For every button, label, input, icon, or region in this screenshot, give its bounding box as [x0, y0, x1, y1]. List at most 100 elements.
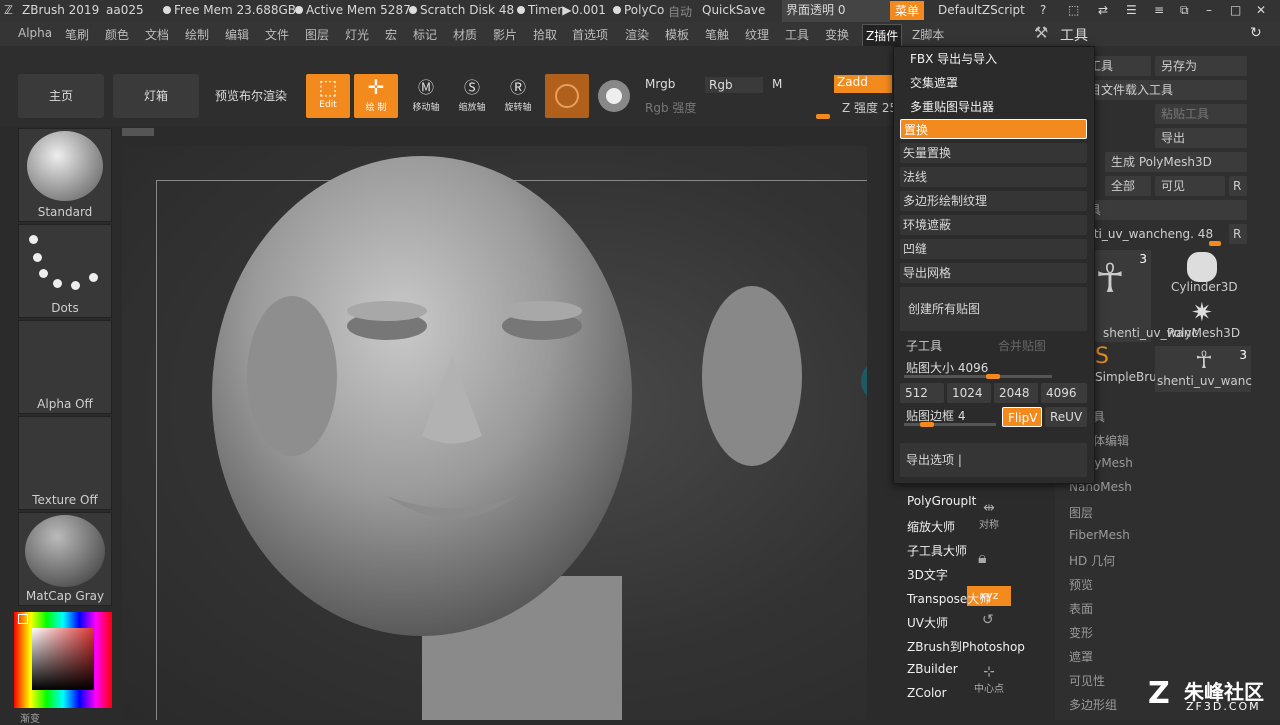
save-as-button[interactable]: 另存为 [1155, 56, 1247, 76]
export-button[interactable]: 导出 [1155, 128, 1247, 148]
bpr-button[interactable]: 预览布尔渲染 [208, 74, 294, 118]
align-icon[interactable]: ≡ [1154, 3, 1164, 17]
size-4096-button[interactable]: 4096 [1041, 383, 1087, 403]
make-polymesh-button[interactable]: 生成 PolyMesh3D [1105, 152, 1247, 172]
home-button[interactable]: 主页 [18, 74, 104, 118]
rgb-button[interactable]: Rgb [705, 77, 763, 93]
canvas-scroll-handle[interactable] [122, 128, 154, 136]
menu-edit[interactable]: 编辑 [225, 26, 249, 43]
z-intensity-slider[interactable]: Z 强度 25 [842, 99, 897, 116]
minimize-icon[interactable]: – [1206, 3, 1212, 17]
plugin-transpose-master[interactable]: Transpose大师 [907, 590, 991, 607]
menu-movie[interactable]: 影片 [493, 26, 517, 43]
scale-button[interactable]: Ⓢ 缩放轴 [452, 76, 492, 120]
section-hd-geometry[interactable]: HD 几何 [1069, 552, 1115, 569]
menu-zplugin[interactable]: Z插件 [862, 24, 903, 47]
plugin-zcolor[interactable]: ZColor [907, 686, 947, 700]
r-button-2[interactable]: R [1229, 224, 1247, 244]
cavity-toggle[interactable]: 凹缝 [900, 239, 1087, 259]
menu-color[interactable]: 颜色 [105, 26, 129, 43]
color-picker[interactable] [14, 612, 112, 708]
transparency-slider[interactable]: 界面透明 0 [782, 0, 890, 22]
export-options-button[interactable]: 导出选项 | [900, 443, 1087, 477]
menu-marker[interactable]: 标记 [413, 26, 437, 43]
move-button[interactable]: Ⓜ 移动轴 [406, 76, 446, 120]
stroke-slot[interactable]: Dots [18, 224, 112, 318]
section-visibility[interactable]: 可见性 [1069, 672, 1105, 689]
size-1024-button[interactable]: 1024 [947, 383, 991, 403]
mrgb-button[interactable]: Mrgb [645, 77, 675, 91]
size-2048-button[interactable]: 2048 [994, 383, 1038, 403]
ambient-occlusion-toggle[interactable]: 环境遮蔽 [900, 215, 1087, 235]
plugin-3d-text[interactable]: 3D文字 [907, 566, 948, 583]
menu-document[interactable]: 文档 [145, 26, 169, 43]
maximize-icon[interactable]: □ [1230, 3, 1241, 17]
reuv-toggle[interactable]: ReUV [1045, 407, 1087, 427]
layers-icon[interactable]: ⧉ [1180, 3, 1189, 18]
texture-slot[interactable]: Texture Off [18, 416, 112, 510]
displacement-toggle[interactable]: 置换 [900, 119, 1087, 139]
zadd-button[interactable]: Zadd [834, 75, 892, 93]
menu-transform[interactable]: 变换 [825, 26, 849, 43]
refresh-icon[interactable]: ↻ [1250, 25, 1262, 41]
plugin-uv-master[interactable]: UV大师 [907, 614, 948, 631]
normal-map-toggle[interactable]: 法线 [900, 167, 1087, 187]
rotate-button[interactable]: Ⓡ 旋转轴 [498, 76, 538, 120]
section-polygroups[interactable]: 多边形组 [1069, 696, 1117, 713]
menu-preferences[interactable]: 首选项 [572, 26, 608, 43]
menu-texture[interactable]: 纹理 [745, 26, 769, 43]
m-button[interactable]: M [772, 77, 782, 91]
map-size-track[interactable] [904, 375, 1052, 378]
multi-map-exporter[interactable]: 多重贴图导出器 [907, 97, 1094, 117]
menu-stencil[interactable]: 模板 [665, 26, 689, 43]
section-masking[interactable]: 遮罩 [1069, 648, 1093, 665]
menu-brush[interactable]: 笔刷 [65, 26, 89, 43]
merge-maps-toggle[interactable]: 合并贴图 [998, 337, 1046, 354]
menu-material[interactable]: 材质 [453, 26, 477, 43]
material-slot[interactable]: MatCap Gray [18, 512, 112, 606]
menu-draw[interactable]: 绘制 [185, 26, 209, 43]
rgb-intensity-knob[interactable] [816, 114, 830, 119]
edit-button[interactable]: ⬚ Edit [306, 74, 350, 118]
menu-zscript[interactable]: Z脚本 [912, 26, 944, 43]
plugin-polygroupit[interactable]: PolyGroupIt [907, 494, 976, 508]
subtool-toggle[interactable]: 子工具 [906, 337, 942, 354]
close-icon[interactable]: ✕ [1256, 3, 1266, 17]
polypaint-texture-toggle[interactable]: 多边形绘制纹理 [900, 191, 1087, 211]
map-border-slider[interactable]: 贴图边框 4 [906, 407, 965, 424]
map-border-track[interactable] [904, 423, 996, 426]
color-swatch-icon[interactable] [18, 614, 28, 624]
help-icon[interactable]: ? [1040, 3, 1046, 17]
color-mode-icon[interactable] [598, 80, 630, 112]
swap-icon[interactable]: ⇄ [1098, 3, 1108, 17]
tool-thumb-cylinder[interactable]: Cylinder3D [1155, 250, 1251, 296]
section-layers[interactable]: 图层 [1069, 504, 1093, 521]
lightbox-button[interactable]: 灯箱 [113, 74, 199, 118]
paste-tool-button[interactable]: 粘贴工具 [1155, 104, 1247, 124]
r-button[interactable]: R [1229, 176, 1247, 196]
plugin-scale-master[interactable]: 缩放大师 [907, 518, 955, 535]
section-preview[interactable]: 预览 [1069, 576, 1093, 593]
vector-displacement-toggle[interactable]: 矢量置换 [900, 143, 1087, 163]
section-deformation[interactable]: 变形 [1069, 624, 1093, 641]
default-zscript[interactable]: DefaultZScript [938, 3, 1025, 17]
export-mesh-toggle[interactable]: 导出网格 [900, 263, 1087, 283]
menu-light[interactable]: 灯光 [345, 26, 369, 43]
menu-stroke[interactable]: 笔触 [705, 26, 729, 43]
tool-thumb-shenti-2[interactable]: ☥ 3 shenti_uv_wanc [1155, 346, 1252, 392]
visible-button[interactable]: 可见 [1155, 176, 1225, 196]
stack-icon[interactable]: ☰ [1126, 3, 1137, 17]
rotate-local-icon[interactable]: ↺ [982, 612, 994, 628]
menu-button[interactable]: 菜单 [890, 1, 925, 20]
layout-icon[interactable]: ⬚ [1068, 3, 1079, 17]
center-button[interactable]: ⊹ 中心点 [967, 664, 1011, 700]
plugin-subtool-master[interactable]: 子工具大师 [907, 542, 967, 559]
lock-icon[interactable]: 🔒︎ [978, 548, 987, 568]
section-surface[interactable]: 表面 [1069, 600, 1093, 617]
map-size-slider[interactable]: 贴图大小 4096 [906, 359, 988, 376]
quicksave-button[interactable]: QuickSave [702, 3, 765, 17]
menu-macro[interactable]: 宏 [385, 26, 397, 43]
brush-slot[interactable]: Standard [18, 128, 112, 222]
menu-alpha[interactable]: Alpha [18, 26, 52, 40]
draw-button[interactable]: ✛ 绘 制 [354, 74, 398, 118]
